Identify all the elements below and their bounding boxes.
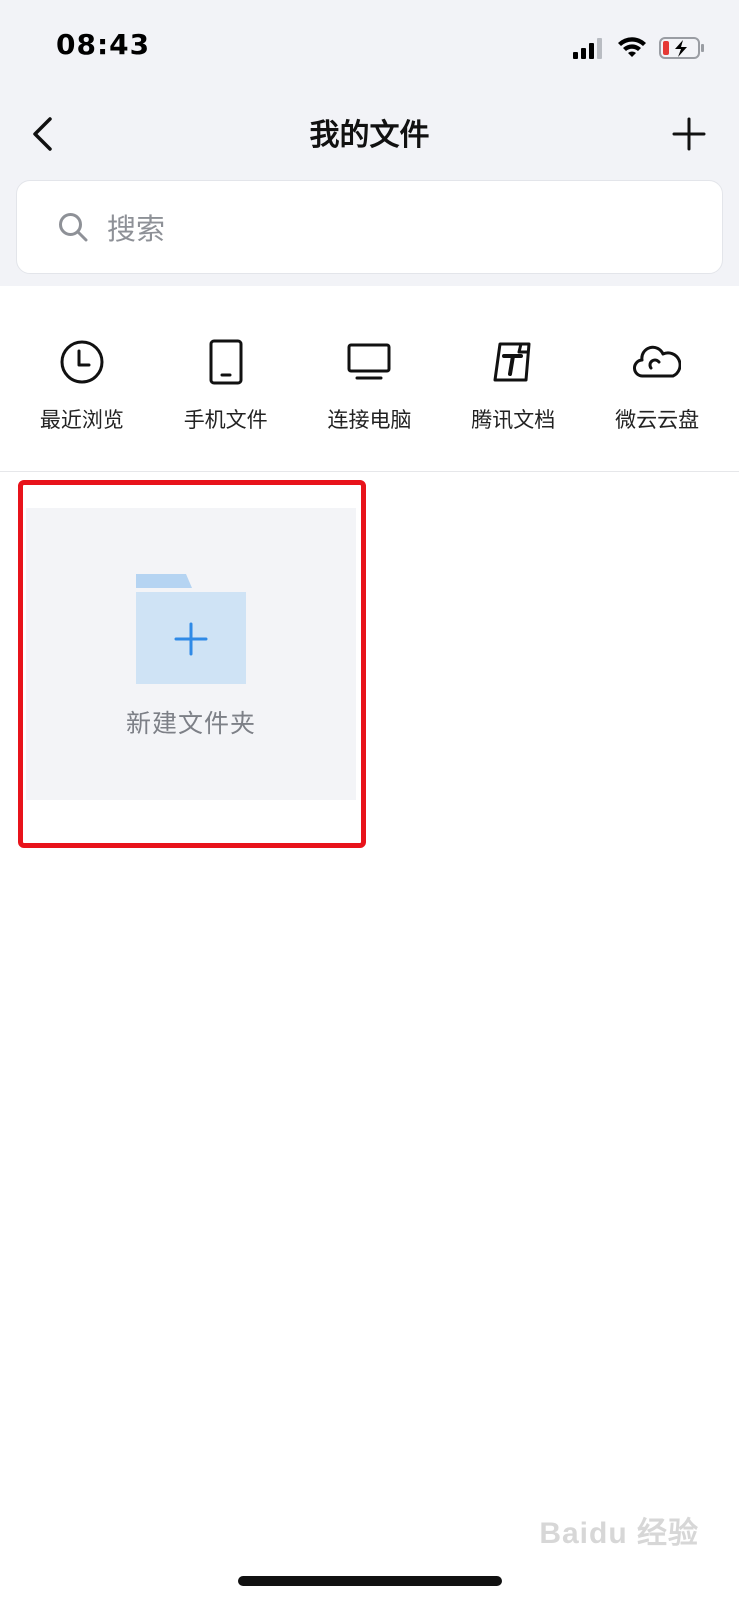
home-indicator[interactable] (238, 1576, 502, 1586)
quick-item-label: 微云云盘 (615, 408, 700, 432)
quick-item-label: 最近浏览 (39, 408, 124, 432)
quick-item-tencent-docs[interactable]: 腾讯文档 (445, 286, 581, 471)
search-input[interactable]: 搜索 (16, 180, 723, 274)
navigation-bar: 我的文件 (0, 92, 739, 180)
folder-plus-icon (136, 574, 246, 684)
clock-icon (58, 338, 106, 386)
status-bar: 08:43 (0, 0, 739, 92)
page-title: 我的文件 (309, 118, 430, 153)
quick-item-weiyun[interactable]: 微云云盘 (589, 286, 725, 471)
status-time: 08:43 (56, 28, 151, 61)
wifi-icon (618, 37, 646, 57)
battery-charging-icon (659, 37, 704, 59)
cloud-icon (633, 338, 682, 386)
quick-item-label: 连接电脑 (327, 408, 412, 432)
plus-icon (672, 117, 706, 151)
quick-item-recent[interactable]: 最近浏览 (14, 286, 150, 471)
signal-icon (573, 38, 602, 59)
quick-item-label: 手机文件 (183, 408, 268, 432)
new-folder-card[interactable]: 新建文件夹 (26, 508, 356, 800)
new-folder-label: 新建文件夹 (125, 709, 256, 738)
search-icon (57, 211, 89, 243)
tencent-docs-icon (489, 338, 537, 386)
quick-item-label: 腾讯文档 (471, 408, 556, 432)
quick-access-row: 最近浏览 手机文件 连接电脑 腾讯文档 微云云盘 (0, 286, 739, 472)
monitor-icon (345, 338, 393, 386)
status-icons (573, 34, 705, 62)
search-placeholder: 搜索 (107, 212, 166, 246)
add-button[interactable] (665, 110, 713, 158)
quick-item-connect-pc[interactable]: 连接电脑 (301, 286, 437, 471)
watermark: Baidu 经验 (539, 1517, 699, 1550)
phone-icon (202, 338, 250, 386)
quick-item-phone-files[interactable]: 手机文件 (158, 286, 294, 471)
